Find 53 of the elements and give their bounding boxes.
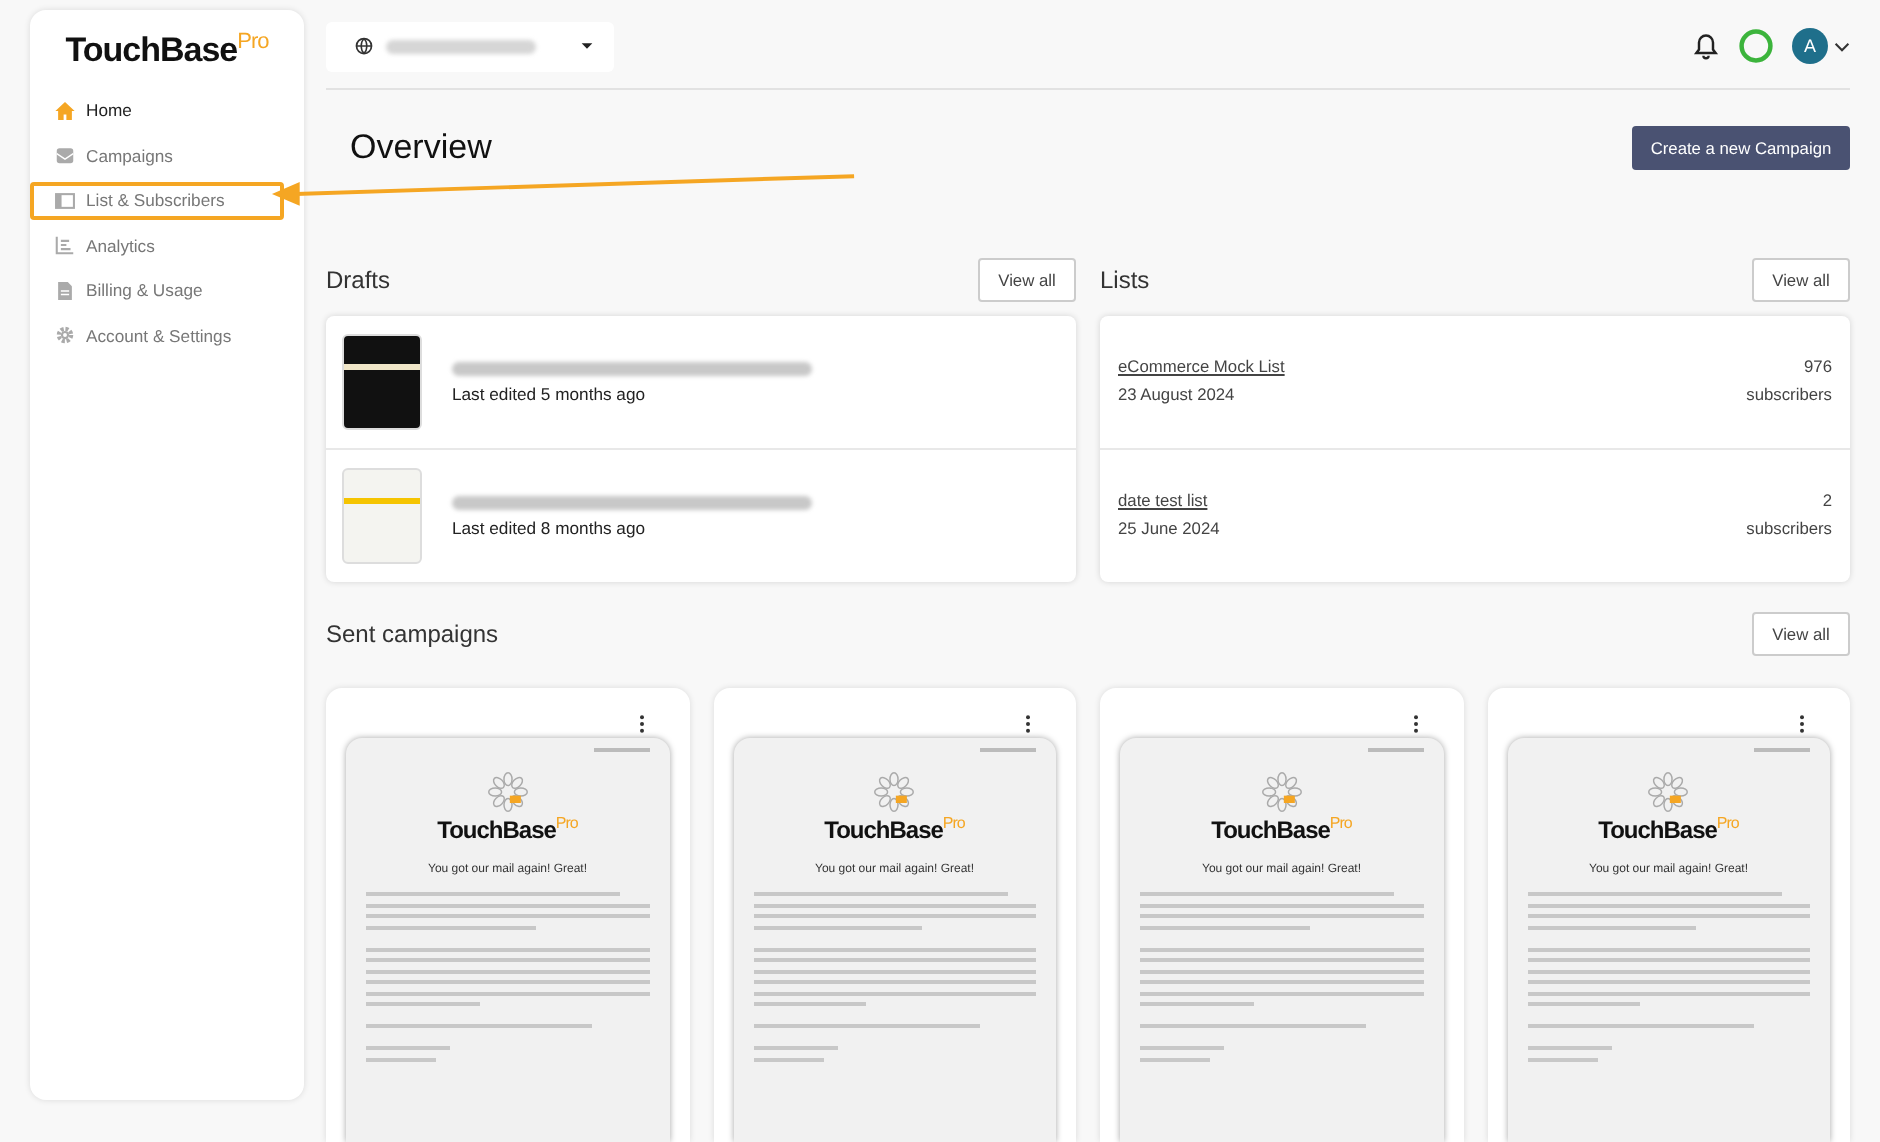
gear-icon	[54, 324, 76, 347]
subscriber-count: 2	[1822, 490, 1832, 510]
flower-logo-icon	[1259, 770, 1304, 814]
flower-logo-icon	[485, 770, 530, 814]
globe-icon	[354, 36, 374, 56]
create-campaign-button[interactable]: Create a new Campaign	[1632, 126, 1850, 170]
sidebar-item[interactable]: Billing & Usage	[30, 271, 284, 311]
brand-logo: TouchBase$^{Pro}$	[1211, 814, 1352, 844]
brand-logo: TouchBase$^{Pro}$	[1598, 814, 1739, 844]
more-options-icon[interactable]	[637, 714, 645, 734]
brand-logo: TouchBase$^{Pro}$	[437, 814, 578, 844]
sidebar-item[interactable]: Home	[30, 91, 284, 131]
flower-logo-icon	[1646, 770, 1691, 814]
progress-ring-icon	[1738, 28, 1774, 64]
bell-icon[interactable]	[1692, 32, 1720, 60]
sidebar-item[interactable]: Account & Settings	[30, 316, 284, 356]
last-edited-text: Last edited 8 months ago	[452, 517, 648, 537]
section-title: Lists	[1100, 266, 1150, 294]
sidebar-item[interactable]: Campaigns	[30, 136, 284, 176]
draft-row[interactable]: Last edited 5 months ago	[326, 316, 1076, 450]
view-all-button[interactable]: View all	[978, 258, 1076, 302]
section-title: Sent campaigns	[326, 620, 499, 648]
more-options-icon[interactable]	[1798, 714, 1806, 734]
brand-logo: TouchBase$^{Pro}$	[824, 814, 965, 844]
subscribers-label: subscribers	[1746, 384, 1832, 404]
list-name-link[interactable]: eCommerce Mock List	[1118, 356, 1285, 376]
list-date: 23 August 2024	[1118, 384, 1237, 404]
caret-icon	[580, 42, 594, 50]
document-icon	[54, 279, 76, 302]
list-date: 25 June 2024	[1118, 518, 1220, 538]
sidebar-item[interactable]: List & Subscribers	[30, 181, 284, 221]
last-edited-text: Last edited 5 months ago	[452, 383, 648, 403]
list-name-link[interactable]: date test list	[1118, 490, 1220, 510]
chart-icon	[54, 234, 76, 257]
view-all-button[interactable]: View all	[1752, 612, 1850, 656]
draft-thumbnail	[342, 334, 422, 430]
brand-logo: TouchBase$^{Pro}$	[65, 30, 269, 72]
subscribers-label: subscribers	[1746, 518, 1832, 538]
more-options-icon[interactable]	[1411, 714, 1419, 734]
draft-thumbnail	[342, 468, 422, 564]
home-icon	[54, 99, 76, 122]
flower-logo-icon	[872, 770, 917, 814]
table-icon	[54, 189, 76, 212]
more-options-icon[interactable]	[1024, 714, 1032, 734]
sidebar-item[interactable]: Analytics	[30, 226, 284, 266]
chevron-down-icon[interactable]	[1834, 41, 1850, 51]
envelope-icon	[54, 144, 76, 167]
page-title: Overview	[350, 128, 492, 168]
draft-row[interactable]: Last edited 8 months ago	[326, 450, 1076, 582]
view-all-button[interactable]: View all	[1752, 258, 1850, 302]
subscriber-count: 976	[1804, 356, 1832, 376]
user-avatar[interactable]: A	[1792, 28, 1828, 64]
section-title: Drafts	[326, 266, 391, 294]
